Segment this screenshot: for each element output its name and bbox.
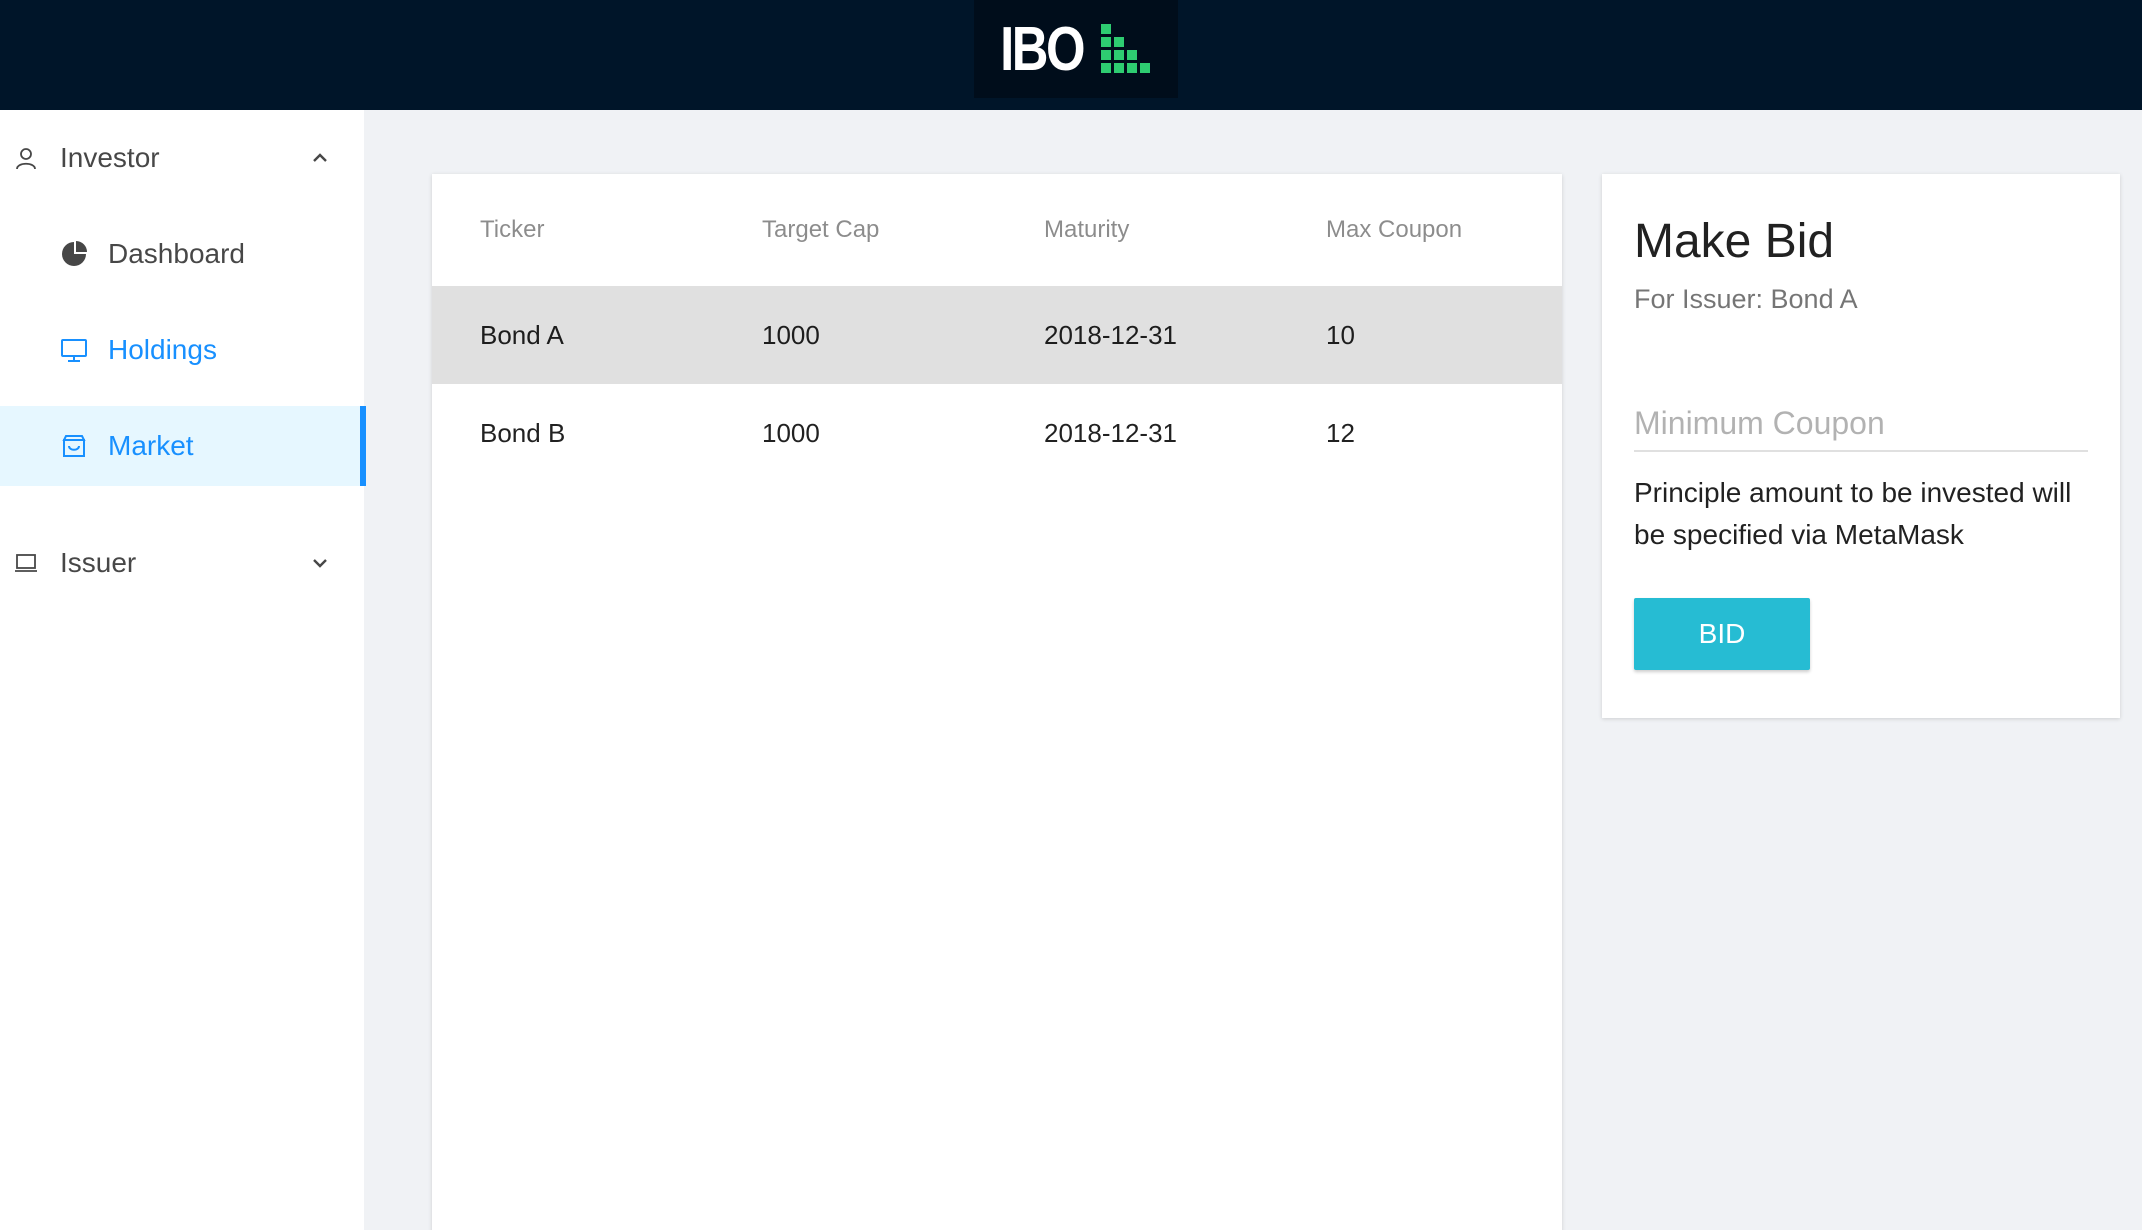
make-bid-card: Make Bid For Issuer: Bond A Principle am… xyxy=(1602,174,2120,718)
column-header-max-coupon[interactable]: Max Coupon xyxy=(1326,216,1462,244)
sidebar-group-label: Issuer xyxy=(60,547,137,578)
bid-button[interactable]: BID xyxy=(1634,598,1810,670)
column-header-ticker[interactable]: Ticker xyxy=(480,216,544,244)
column-header-maturity[interactable]: Maturity xyxy=(1044,216,1129,244)
pie-chart-icon xyxy=(62,241,87,266)
table-row[interactable]: Bond B 1000 2018-12-31 12 xyxy=(432,384,1562,482)
bid-title: Make Bid xyxy=(1634,215,1835,268)
app-logo[interactable]: IBO xyxy=(974,0,1178,98)
laptop-icon xyxy=(15,554,37,572)
bid-note: Principle amount to be invested will be … xyxy=(1634,477,2072,550)
cell-max-coupon: 10 xyxy=(1326,320,1355,350)
cell-maturity: 2018-12-31 xyxy=(1044,418,1177,448)
logo-bars-icon xyxy=(1100,24,1161,74)
sidebar-item-label: Market xyxy=(108,430,194,461)
shop-icon xyxy=(62,435,86,457)
top-header: IBO xyxy=(0,0,2142,110)
cell-ticker: Bond B xyxy=(480,418,566,448)
desktop-icon xyxy=(61,339,87,362)
sidebar-group-label: Investor xyxy=(60,142,160,173)
sidebar: Investor Dashboard Holdings Market Issue… xyxy=(0,110,366,1230)
bond-table: Ticker Target Cap Maturity Max Coupon Bo… xyxy=(432,174,1562,1230)
sidebar-item-dashboard[interactable]: Dashboard xyxy=(0,214,366,294)
table-header: Ticker Target Cap Maturity Max Coupon xyxy=(432,174,1562,286)
sidebar-item-label: Holdings xyxy=(108,334,217,365)
cell-target-cap: 1000 xyxy=(762,418,820,448)
sidebar-item-market[interactable]: Market xyxy=(0,406,366,486)
cell-ticker: Bond A xyxy=(480,320,564,350)
chevron-up-icon xyxy=(313,153,327,162)
cell-maturity: 2018-12-31 xyxy=(1044,320,1177,350)
bid-subtitle: For Issuer: Bond A xyxy=(1634,284,1858,314)
chevron-down-icon xyxy=(313,559,327,568)
logo-text: IBO xyxy=(1000,14,1085,84)
user-icon xyxy=(16,148,36,170)
sidebar-item-holdings[interactable]: Holdings xyxy=(0,310,366,390)
column-header-target-cap[interactable]: Target Cap xyxy=(762,216,879,244)
cell-target-cap: 1000 xyxy=(762,320,820,350)
table-row[interactable]: Bond A 1000 2018-12-31 10 xyxy=(432,286,1562,384)
sidebar-item-label: Dashboard xyxy=(108,238,245,269)
cell-max-coupon: 12 xyxy=(1326,418,1355,448)
sidebar-group-investor[interactable]: Investor xyxy=(0,122,364,194)
sidebar-group-issuer[interactable]: Issuer xyxy=(0,527,364,599)
minimum-coupon-input[interactable] xyxy=(1634,396,2088,452)
